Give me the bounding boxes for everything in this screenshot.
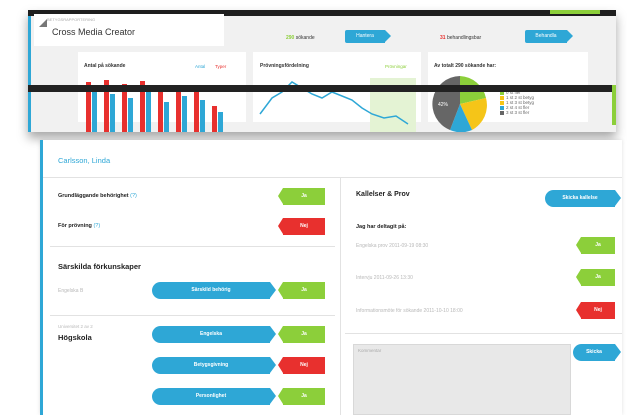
bar — [194, 92, 199, 132]
bar — [164, 102, 169, 132]
special-eligibility-button[interactable]: Särskild behörig — [152, 282, 276, 299]
stat-applicants-label: sökande — [295, 35, 315, 41]
stat-pending-label: behandlingsbar — [446, 35, 482, 41]
right-divider — [345, 333, 622, 334]
comment-placeholder: Kommentar — [358, 348, 382, 353]
send-invitation-button[interactable]: Skicka kallelse — [545, 190, 621, 207]
invitations-title: Kallelser & Prov — [356, 191, 410, 198]
summary-pie-chart: 42% — [432, 76, 487, 132]
app-logo-icon — [39, 19, 47, 27]
event-interview: Intervju 2011-09-26 13:30 — [356, 275, 413, 281]
bar — [146, 92, 151, 132]
bar — [218, 112, 223, 132]
university-muted: Universitet 2 av 2 — [58, 324, 93, 329]
bar — [110, 94, 115, 132]
crop-band — [28, 85, 616, 92]
exam-chart-title: Prövningsfördelning — [260, 63, 309, 69]
card-accent-bar — [40, 140, 43, 415]
bar — [128, 98, 133, 132]
exam-label: För prövning (?) — [58, 223, 100, 229]
header-divider — [43, 177, 622, 178]
bar — [176, 88, 181, 132]
stat-pending: 31 behandlingsbar — [440, 35, 481, 41]
legend-label: 3 st 3 st fler — [506, 110, 530, 115]
left-divider-1 — [50, 246, 335, 247]
grading-no-button[interactable]: Nej — [278, 357, 325, 374]
event-info-meeting: Informationsmöte för sökande 2011-10-10 … — [356, 308, 463, 314]
exam-chart-legend: Prövningar — [385, 64, 407, 69]
process-button[interactable]: Behandla — [525, 30, 573, 43]
save-comment-button[interactable]: Skicka — [573, 344, 621, 361]
basic-eligibility-text: Grundläggande behörighet — [58, 193, 129, 199]
stat-applicants: 290 sökande — [286, 35, 315, 41]
column-divider — [340, 178, 341, 415]
applicant-name: Carlsson, Linda — [58, 156, 111, 165]
pie-legend-item: 3 st 3 st fler — [500, 110, 534, 115]
stat-pending-number: 31 — [440, 35, 446, 41]
bar — [182, 96, 187, 132]
event-info-meeting-no-button[interactable]: Nej — [576, 302, 615, 319]
manage-button[interactable]: Hantera — [345, 30, 391, 43]
personality-yes-button[interactable]: Ja — [278, 388, 325, 405]
event-english-exam-yes-button[interactable]: Ja — [576, 237, 615, 254]
event-interview-yes-button[interactable]: Ja — [576, 269, 615, 286]
comment-textarea[interactable] — [353, 344, 571, 415]
applicants-bar-chart — [86, 80, 223, 132]
left-divider-2 — [50, 315, 335, 316]
stat-applicants-number: 290 — [286, 35, 295, 41]
dashboard-left-bar — [28, 16, 31, 132]
special-prereq-title: Särskilda förkunskaper — [58, 262, 141, 271]
bar — [158, 86, 163, 132]
english-button[interactable]: Engelska — [152, 326, 276, 343]
bar — [92, 90, 97, 132]
personality-button[interactable]: Personlighet — [152, 388, 276, 405]
applicants-chart-title: Antal på sökande — [84, 63, 126, 69]
exam-no-button[interactable]: Nej — [278, 218, 325, 235]
summary-pie-title: Av totalt 290 sökande har: — [434, 63, 497, 69]
pie-percent-label: 42% — [438, 102, 449, 108]
event-english-exam: Engelska prov 2011-09-19 08:30 — [356, 243, 429, 249]
special-prereq-subject: Engelska B — [58, 288, 84, 294]
summary-pie-legend: 0 st fler 1 st 2 st betyg 1 st 3 st bety… — [500, 90, 534, 115]
top-green-accent — [550, 10, 600, 14]
exam-text: För prövning — [58, 223, 92, 229]
bar — [212, 106, 217, 132]
crop-edge — [612, 85, 616, 125]
attended-title: Jag har deltagit på: — [356, 224, 407, 230]
applicants-legend-types: Typer — [215, 64, 227, 69]
special-eligibility-yes-button[interactable]: Ja — [278, 282, 325, 299]
basic-eligibility-label: Grundläggande behörighet (?) — [58, 193, 137, 199]
basic-eligibility-yes-button[interactable]: Ja — [278, 188, 325, 205]
exam-line-chart — [259, 78, 416, 132]
app-title: Cross Media Creator — [52, 27, 136, 37]
applicants-legend-count: Antal — [195, 64, 206, 69]
basic-eligibility-help[interactable]: (?) — [130, 193, 137, 199]
app-subtitle: BETYGSRAPPORTERING — [47, 17, 96, 22]
bar — [200, 100, 205, 132]
legend-swatch — [500, 110, 504, 115]
grading-button[interactable]: Betygsgivning — [152, 357, 276, 374]
exam-help[interactable]: (?) — [93, 223, 100, 229]
english-yes-button[interactable]: Ja — [278, 326, 325, 343]
university-title: Högskola — [58, 333, 92, 342]
